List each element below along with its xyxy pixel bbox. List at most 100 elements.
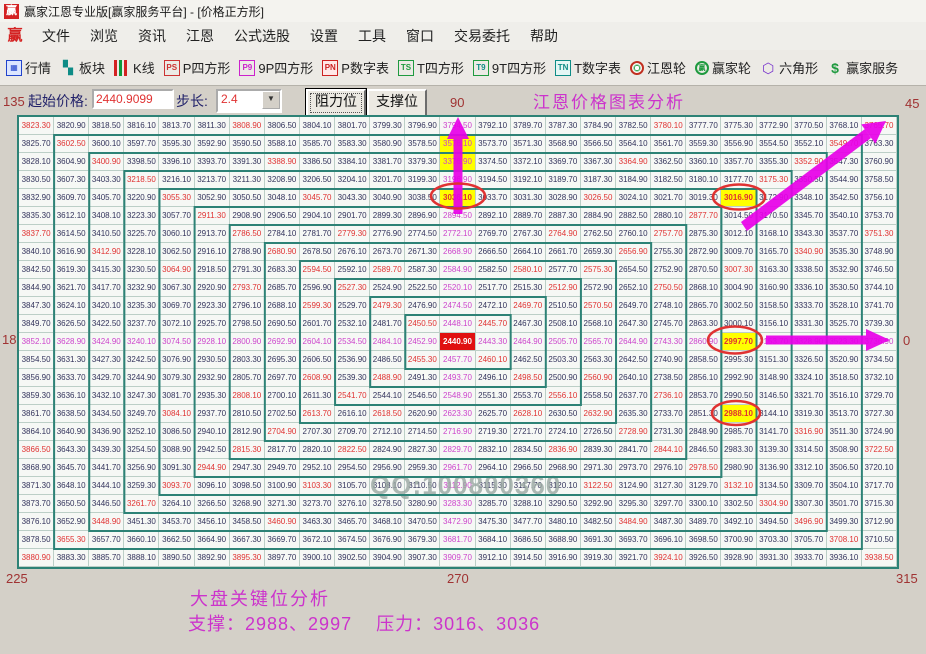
grid-cell[interactable]: 3552.10: [791, 135, 827, 153]
grid-cell[interactable]: 3693.70: [616, 531, 652, 549]
grid-cell[interactable]: 3672.10: [299, 531, 336, 549]
grid-cell[interactable]: 3038.50: [405, 189, 441, 207]
grid-cell[interactable]: 2640.10: [616, 369, 652, 387]
grid-cell[interactable]: 2452.90: [405, 333, 441, 351]
grid-cell[interactable]: 2527.30: [335, 279, 371, 297]
grid-cell[interactable]: 3441.70: [89, 459, 125, 477]
grid-cell[interactable]: 3367.30: [580, 153, 617, 171]
grid-cell[interactable]: 3643.30: [54, 441, 90, 459]
grid-cell[interactable]: 2872.90: [686, 243, 722, 261]
menu-item-窗口[interactable]: 窗口: [396, 26, 444, 46]
grid-cell[interactable]: 2870.50: [686, 261, 722, 279]
grid-cell[interactable]: 3336.10: [791, 279, 827, 297]
grid-cell[interactable]: 3787.30: [545, 117, 581, 135]
grid-cell[interactable]: 2599.30: [299, 297, 336, 315]
grid-cell[interactable]: 2776.90: [370, 225, 406, 243]
grid-cell[interactable]: 2671.30: [405, 243, 441, 261]
grid-cell[interactable]: 3129.70: [686, 477, 722, 495]
grid-cell[interactable]: 3148.90: [756, 369, 792, 387]
menu-item-设置[interactable]: 设置: [300, 26, 348, 46]
grid-cell[interactable]: 3388.90: [264, 153, 300, 171]
grid-cell[interactable]: 3321.70: [791, 387, 827, 405]
grid-cell[interactable]: 3566.50: [580, 135, 617, 153]
grid-cell[interactable]: 2772.10: [440, 225, 476, 243]
grid-cell[interactable]: 3249.70: [124, 405, 160, 423]
grid-cell[interactable]: 2779.30: [335, 225, 371, 243]
grid-cell[interactable]: 2491.30: [405, 369, 441, 387]
grid-cell[interactable]: 3636.10: [54, 387, 90, 405]
grid-cell[interactable]: 2808.10: [229, 387, 265, 405]
grid-cell[interactable]: 2659.30: [580, 243, 617, 261]
grid-cell[interactable]: 2462.50: [510, 351, 546, 369]
grid-cell[interactable]: 3201.70: [370, 171, 406, 189]
grid-cell[interactable]: 3607.30: [54, 171, 90, 189]
grid-cell[interactable]: 3640.90: [54, 423, 90, 441]
grid-cell[interactable]: 3648.10: [54, 477, 90, 495]
grid-cell[interactable]: 3631.30: [54, 351, 90, 369]
grid-cell[interactable]: 2594.50: [299, 261, 336, 279]
grid-cell[interactable]: 3396.10: [159, 153, 195, 171]
toolbar-button-9P四方形[interactable]: P9 9P四方形: [239, 58, 313, 77]
grid-cell[interactable]: 3662.50: [159, 531, 195, 549]
grid-cell[interactable]: 2481.70: [370, 315, 406, 333]
grid-cell[interactable]: 3403.30: [89, 171, 125, 189]
grid-cell[interactable]: 3170.50: [756, 207, 792, 225]
grid-cell[interactable]: 3660.10: [124, 531, 160, 549]
grid-cell[interactable]: 3789.70: [510, 117, 546, 135]
grid-cell[interactable]: 3252.10: [124, 423, 160, 441]
grid-cell[interactable]: 3770.50: [791, 117, 827, 135]
grid-cell[interactable]: 3604.90: [54, 153, 90, 171]
grid-cell[interactable]: 2791.30: [229, 261, 265, 279]
grid-cell[interactable]: 3686.50: [510, 531, 546, 549]
grid-cell[interactable]: 3194.50: [475, 171, 511, 189]
grid-cell[interactable]: 2692.90: [264, 333, 300, 351]
grid-cell[interactable]: 3667.30: [229, 531, 265, 549]
grid-cell[interactable]: 3256.90: [124, 459, 160, 477]
grid-cell[interactable]: 3343.30: [791, 225, 827, 243]
toolbar-button-K线[interactable]: K线: [114, 58, 155, 77]
grid-cell[interactable]: 2798.50: [229, 315, 265, 333]
grid-cell[interactable]: 3844.90: [19, 279, 55, 297]
grid-cell[interactable]: 3585.70: [299, 135, 336, 153]
grid-cell[interactable]: 3424.90: [89, 333, 125, 351]
grid-cell[interactable]: 2769.70: [475, 225, 511, 243]
grid-cell[interactable]: 2916.10: [194, 243, 230, 261]
grid-cell[interactable]: 3748.90: [861, 243, 897, 261]
grid-cell[interactable]: 2796.10: [229, 297, 265, 315]
grid-cell[interactable]: 3751.30: [861, 225, 897, 243]
grid-cell[interactable]: 3062.50: [159, 243, 195, 261]
grid-cell[interactable]: 3345.70: [791, 207, 827, 225]
grid-cell[interactable]: 3561.70: [651, 135, 687, 153]
grid-cell[interactable]: 3376.90: [440, 153, 476, 171]
menu-item-交易委托[interactable]: 交易委托: [444, 26, 520, 46]
grid-cell[interactable]: 2988.10: [721, 405, 757, 423]
grid-cell[interactable]: 3780.10: [651, 117, 687, 135]
grid-cell[interactable]: 3907.30: [405, 549, 441, 567]
grid-cell[interactable]: 3043.30: [335, 189, 371, 207]
grid-cell[interactable]: 3177.70: [721, 171, 757, 189]
grid-cell[interactable]: 2596.90: [299, 279, 336, 297]
grid-cell[interactable]: 3333.70: [791, 297, 827, 315]
grid-cell[interactable]: 3360.10: [686, 153, 722, 171]
grid-cell[interactable]: 3736.90: [861, 333, 897, 351]
grid-cell[interactable]: 3453.70: [159, 513, 195, 531]
toolbar-button-T数字表[interactable]: TN T数字表: [555, 58, 621, 77]
grid-cell[interactable]: 3547.30: [826, 153, 862, 171]
grid-cell[interactable]: 2517.70: [475, 279, 511, 297]
grid-cell[interactable]: 3674.50: [335, 531, 371, 549]
grid-cell[interactable]: 3136.90: [756, 459, 792, 477]
grid-cell[interactable]: 3408.10: [89, 207, 125, 225]
grid-cell[interactable]: 2539.30: [335, 369, 371, 387]
grid-cell[interactable]: 3856.90: [19, 369, 55, 387]
grid-cell[interactable]: 3722.50: [861, 441, 897, 459]
grid-cell[interactable]: 3482.50: [580, 513, 617, 531]
grid-cell[interactable]: 3727.30: [861, 405, 897, 423]
grid-cell[interactable]: 3213.70: [194, 171, 230, 189]
grid-cell[interactable]: 2680.90: [264, 243, 300, 261]
grid-cell[interactable]: 3580.90: [370, 135, 406, 153]
grid-cell[interactable]: 2673.70: [370, 243, 406, 261]
grid-cell[interactable]: 3196.90: [440, 171, 476, 189]
grid-cell[interactable]: 2853.70: [686, 387, 722, 405]
grid-cell[interactable]: 2882.50: [616, 207, 652, 225]
grid-cell[interactable]: 2666.50: [475, 243, 511, 261]
